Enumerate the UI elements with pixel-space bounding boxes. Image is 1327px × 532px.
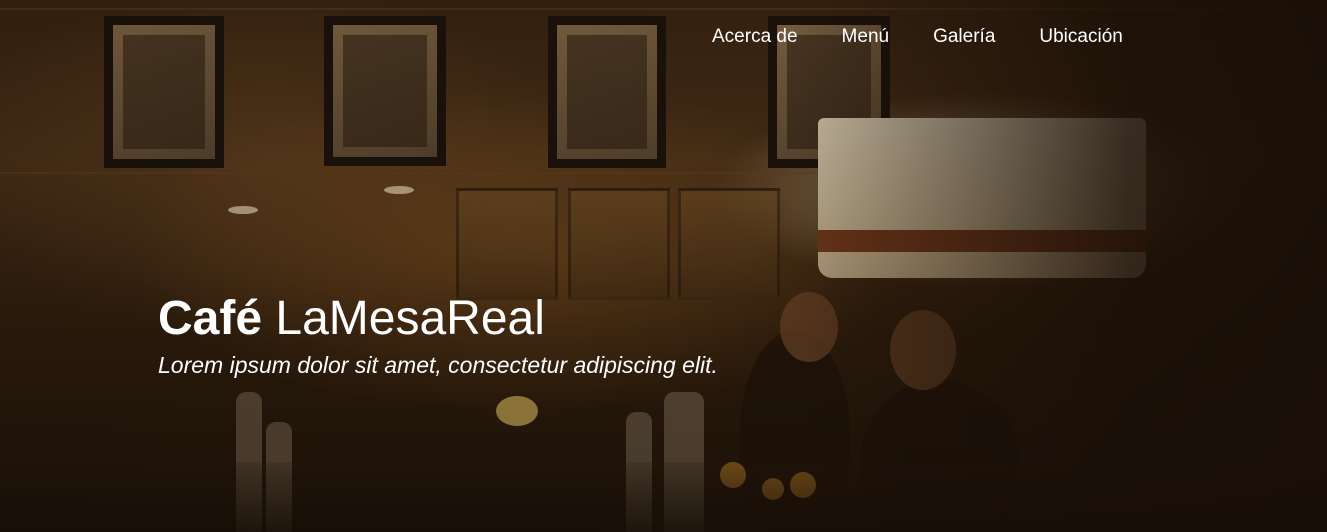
brand-title: Café LaMesaReal: [158, 290, 545, 348]
brand-title-light: LaMesaReal: [275, 292, 545, 345]
main-navigation: Acerca de Menú Galería Ubicación: [690, 26, 1145, 48]
brand-title-bold: Café: [158, 292, 263, 345]
hero-section: Acerca de Menú Galería Ubicación Café La…: [0, 0, 1327, 532]
nav-link-galeria[interactable]: Galería: [911, 26, 1017, 48]
nav-link-ubicacion[interactable]: Ubicación: [1017, 26, 1144, 48]
nav-link-acerca-de[interactable]: Acerca de: [690, 26, 820, 48]
nav-link-menu[interactable]: Menú: [820, 26, 912, 48]
hero-tagline: Lorem ipsum dolor sit amet, consectetur …: [158, 352, 718, 378]
